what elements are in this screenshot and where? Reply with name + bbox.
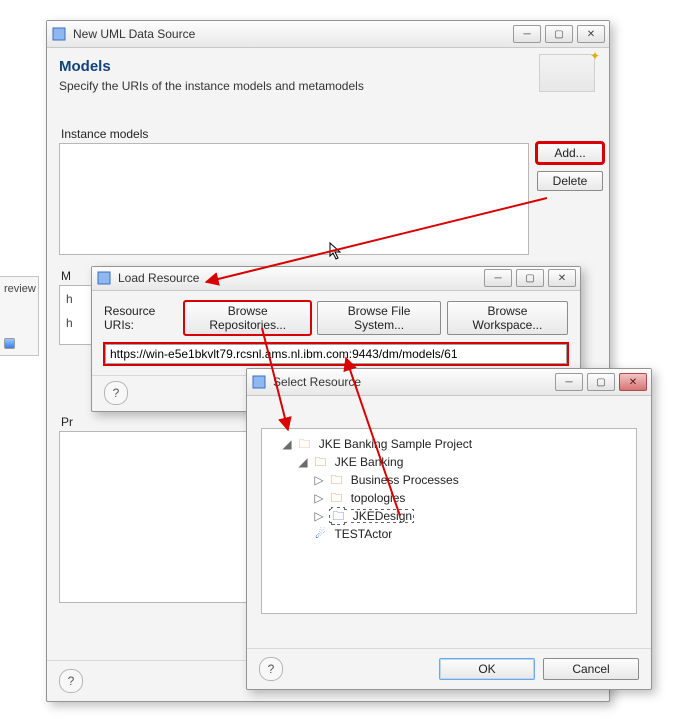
tree-node-label: JKE Banking — [335, 455, 404, 469]
resource-tree[interactable]: ◢ 🗀 JKE Banking Sample Project ◢ 🗀 JKE B… — [261, 428, 637, 614]
cancel-button[interactable]: Cancel — [543, 658, 639, 680]
tree-node-label: JKE Banking Sample Project — [319, 437, 472, 451]
close-button[interactable]: ✕ — [548, 269, 576, 287]
select-footer: ? OK Cancel — [247, 648, 651, 689]
window-title: Select Resource — [273, 375, 555, 389]
app-icon — [96, 270, 112, 286]
resource-uri-input[interactable] — [105, 344, 567, 364]
wizard-banner-icon: ✦ — [539, 54, 595, 92]
profiles-list-cut — [59, 431, 256, 603]
tree-node-label: TESTActor — [334, 527, 392, 541]
tree-node-label: Business Processes — [351, 473, 459, 487]
close-button[interactable]: ✕ — [619, 373, 647, 391]
instance-models-label: Instance models — [61, 127, 597, 141]
expand-collapse-icon[interactable]: ◢ — [298, 453, 308, 471]
tree-actor[interactable]: ▷ ☄ TESTActor — [298, 525, 632, 543]
titlebar-main[interactable]: New UML Data Source ─ ▢ ✕ — [47, 21, 609, 48]
tree-item-selected[interactable]: ▷ 🗀 JKEDesign — [314, 507, 632, 525]
window-title: New UML Data Source — [73, 27, 513, 41]
select-client-area: ◢ 🗀 JKE Banking Sample Project ◢ 🗀 JKE B… — [247, 396, 651, 648]
add-button[interactable]: Add... — [537, 143, 603, 163]
new-wizard-star-icon: ✦ — [590, 49, 600, 63]
help-button[interactable]: ? — [59, 669, 83, 693]
help-button[interactable]: ? — [259, 657, 283, 681]
delete-button[interactable]: Delete — [537, 171, 603, 191]
window-select-resource: Select Resource ─ ▢ ✕ ◢ 🗀 JKE Banking Sa… — [246, 368, 652, 690]
browse-file-system-button[interactable]: Browse File System... — [317, 301, 441, 335]
expand-collapse-icon[interactable]: ▷ — [314, 471, 324, 489]
actor-icon: ☄ — [313, 525, 327, 543]
project-folder-icon: 🗀 — [297, 435, 311, 453]
minimize-button[interactable]: ─ — [513, 25, 541, 43]
help-button[interactable]: ? — [104, 381, 128, 405]
tree-node-label: JKEDesign — [353, 509, 412, 523]
expand-collapse-icon[interactable]: ◢ — [282, 435, 292, 453]
palette-icon — [4, 338, 15, 349]
metamodel-row-1: h — [60, 292, 94, 306]
palette-tab-label: review — [0, 277, 38, 297]
tree-node-label: topologies — [351, 491, 406, 505]
close-button[interactable]: ✕ — [577, 25, 605, 43]
tree-item[interactable]: ▷ 🗀 topologies — [314, 489, 632, 507]
maximize-button[interactable]: ▢ — [545, 25, 573, 43]
tree-item[interactable]: ▷ 🗀 Business Processes — [314, 471, 632, 489]
tree-folder[interactable]: ◢ 🗀 JKE Banking ▷ 🗀 Business Processes — [298, 453, 632, 525]
page-subheading: Specify the URIs of the instance models … — [59, 79, 597, 93]
maximize-button[interactable]: ▢ — [587, 373, 615, 391]
app-icon — [51, 26, 67, 42]
app-icon — [251, 374, 267, 390]
metamodel-row-2: h — [60, 316, 94, 330]
titlebar-select[interactable]: Select Resource ─ ▢ ✕ — [247, 369, 651, 396]
ok-button[interactable]: OK — [439, 658, 535, 680]
folder-icon: 🗀 — [329, 471, 343, 489]
background-palette-strip: review — [0, 276, 39, 356]
model-file-icon: 🗀 — [331, 507, 345, 525]
folder-icon: 🗀 — [313, 453, 327, 471]
expand-collapse-icon[interactable]: ▷ — [314, 489, 324, 507]
tree-root[interactable]: ◢ 🗀 JKE Banking Sample Project ◢ 🗀 JKE B… — [282, 435, 632, 543]
load-client-area: Resource URIs: Browse Repositories... Br… — [92, 291, 580, 375]
resource-uris-label: Resource URIs: — [104, 304, 178, 332]
browse-workspace-button[interactable]: Browse Workspace... — [447, 301, 568, 335]
minimize-button[interactable]: ─ — [555, 373, 583, 391]
page-heading: Models — [59, 58, 597, 75]
folder-icon: 🗀 — [329, 489, 343, 507]
instance-models-list[interactable] — [59, 143, 529, 255]
maximize-button[interactable]: ▢ — [516, 269, 544, 287]
window-title: Load Resource — [118, 271, 484, 285]
browse-repositories-button[interactable]: Browse Repositories... — [184, 301, 311, 335]
minimize-button[interactable]: ─ — [484, 269, 512, 287]
titlebar-load[interactable]: Load Resource ─ ▢ ✕ — [92, 267, 580, 291]
expand-collapse-icon[interactable]: ▷ — [314, 507, 324, 525]
